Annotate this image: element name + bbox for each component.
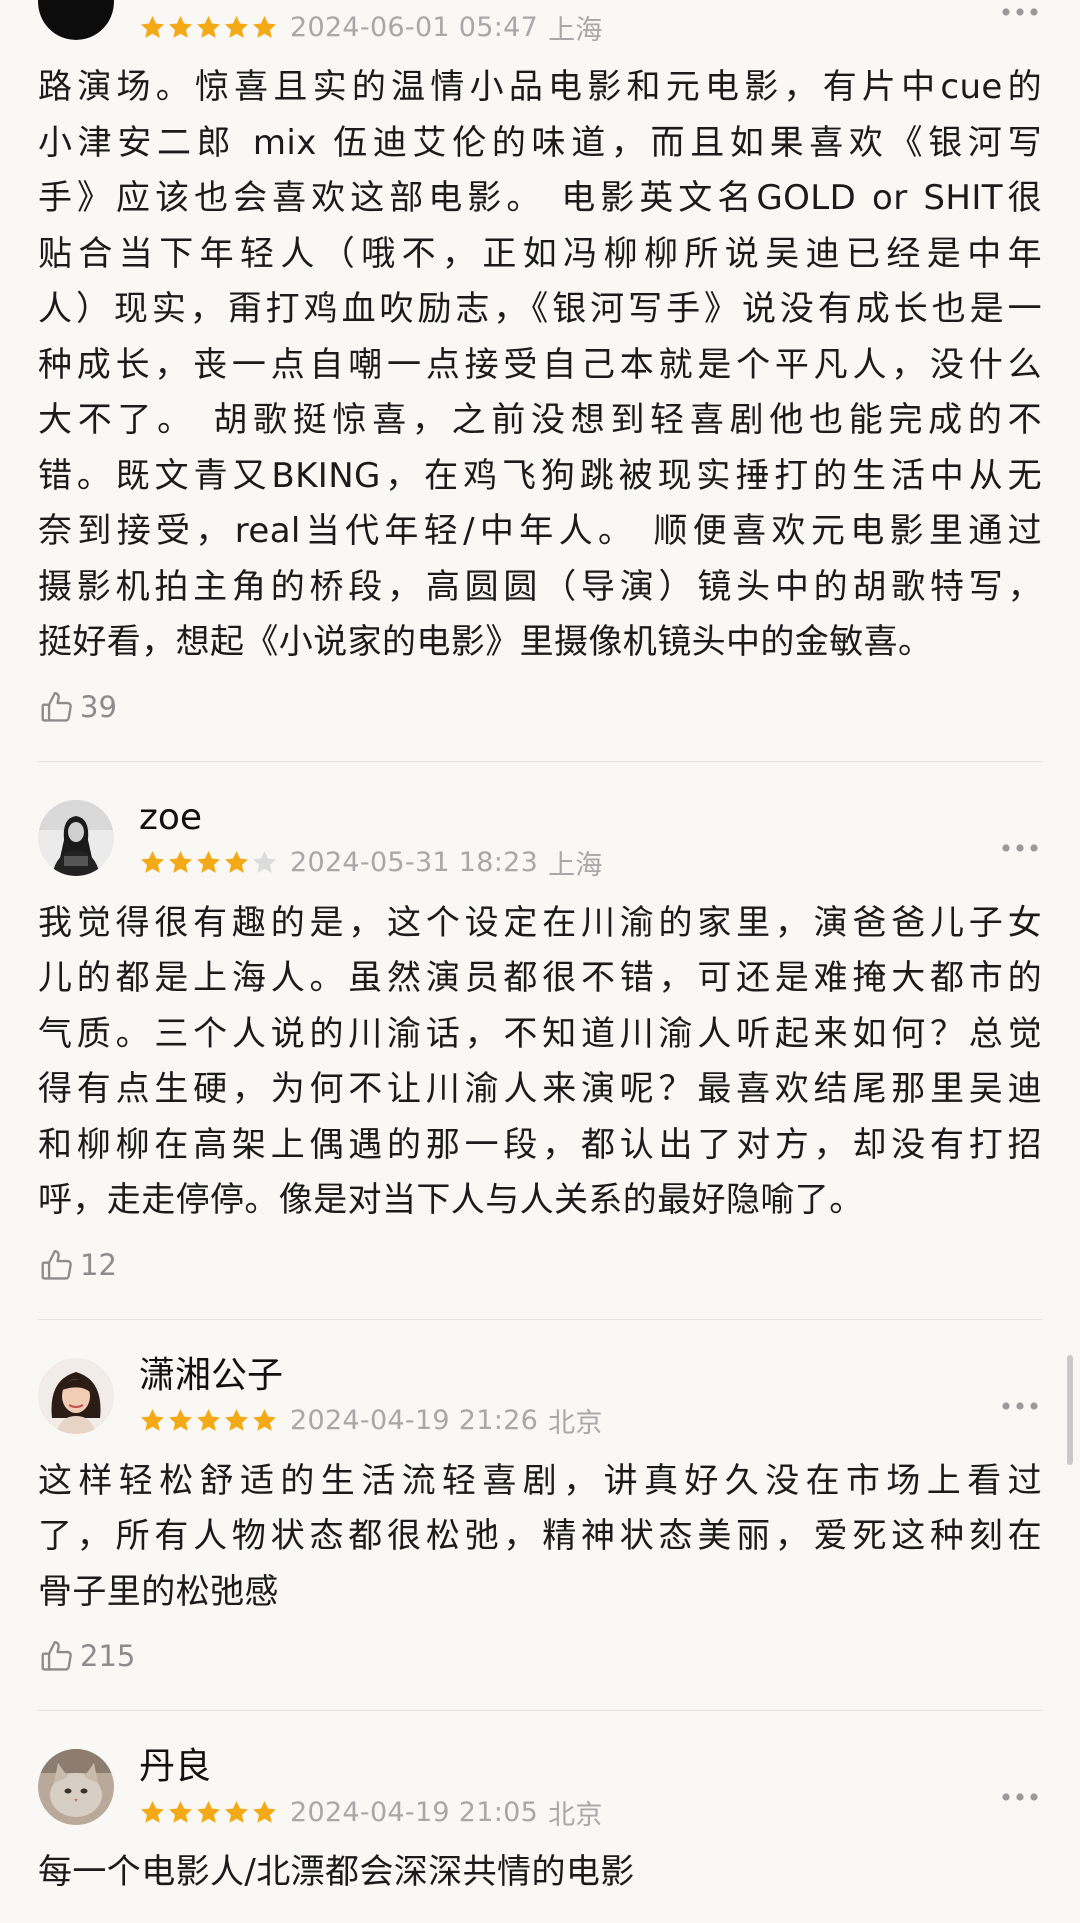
review-feed: 吕律2024-06-01 05:47上海路演场。惊喜且实的温情小品电影和元电影，… [0,0,1080,1901]
review-content: 这样轻松舒适的生活流轻喜剧，讲真好久没在市场上看过 了，所有人物状态都很松弛，精神… [38,1454,1042,1621]
review-text-line: 路演场。惊喜且实的温情小品电影和元电影，有片中cue的 [38,67,1042,107]
star-icon [195,849,222,876]
review-item: 吕律 2024-06-01 05:47 上海路演场。惊喜且实的温情小品电影和元电影，… [0,0,1080,731]
review-meta: 2024-04-19 21:05 北京 [139,1795,603,1831]
review-location: 上海 [548,850,603,881]
star-icon [223,1799,250,1826]
review-datetime: 2024-04-19 21:05 [290,1796,539,1828]
avatar[interactable] [38,0,114,40]
review-text-line: 呼，走走停停。像是对当下人与人关系的最好隐喻了。 [38,1180,864,1220]
divider [38,760,1042,762]
like-button[interactable]: 215 [38,1632,1042,1680]
thumbs-up-icon[interactable] [38,1637,76,1675]
review-datetime: 2024-05-31 18:23 [290,847,539,878]
review-text-line: 我觉得很有趣的是，这个设定在川渝的家里，演爸爸儿子女 [38,902,1042,943]
like-count: 215 [80,1639,136,1673]
divider [38,1318,1042,1320]
review-text-line: 摄影机拍主角的桥段，高圆圆（导演）镜头中的胡歌特写， [38,566,1042,607]
review-content: 每一个电影人/北漂都会深深共情的电影 [38,1845,1042,1901]
star-rating [139,1799,278,1826]
like-count: 39 [80,689,117,724]
review-item: zoe 2024-05-31 18:23 上海我觉得很有趣的是，这个设定在川渝的家里… [0,796,1080,1289]
star-icon [251,14,278,41]
star-icon [139,14,166,41]
scrollbar[interactable] [1067,1355,1073,1465]
star-icon [251,1407,278,1434]
star-icon [167,849,194,876]
review-header: 丹良 2024-04-19 21:05 北京 [38,1745,1042,1833]
star-icon [223,14,250,41]
avatar[interactable] [38,1749,114,1825]
star-icon [139,1799,166,1826]
like-button[interactable]: 39 [38,683,1042,731]
review-text-line: 贴合当下年轻人（哦不，正如冯柳柳所说吴迪已经是中年 [38,233,1042,274]
star-icon [251,849,278,876]
review-meta: 2024-06-01 05:47 上海 [139,10,603,46]
username[interactable]: 丹良 [139,1745,211,1789]
review-datetime: 2024-04-19 21:26 [290,1405,539,1436]
star-icon [167,14,194,41]
username[interactable]: 潇湘公子 [139,1354,283,1398]
star-icon [139,849,166,876]
star-icon [195,14,222,41]
review-header: zoe 2024-05-31 18:23 上海 [38,796,1042,884]
review-item: 丹良 2024-04-19 21:05 北京每一个电影人/北漂都会深深共情的电影 [0,1745,1080,1901]
review-datetime: 2024-06-01 05:47 [290,11,539,43]
review-content: 我觉得很有趣的是，这个设定在川渝的家里，演爸爸儿子女 儿的都是上海人。虽然演员都很… [38,896,1042,1229]
review-location: 上海 [548,14,603,46]
star-icon [195,1407,222,1434]
review-text-line: 错。既文青又BKING，在鸡飞狗跳被现实捶打的生活中从无 [38,455,1042,496]
username[interactable]: zoe [139,796,202,840]
review-content: 路演场。惊喜且实的温情小品电影和元电影，有片中cue的 小津安二郎 mix 伍迪艾… [38,60,1042,671]
review-text-line: 挺好看，想起《小说家的电影》里摄像机镜头中的金敏喜。 [38,622,933,662]
star-rating [139,14,278,41]
star-icon [195,1799,222,1826]
review-text-line: 这样轻松舒适的生活流轻喜剧，讲真好久没在市场上看过 [38,1460,1042,1501]
like-button[interactable]: 12 [38,1241,1042,1289]
star-icon [251,1799,278,1826]
star-icon [167,1799,194,1826]
like-count: 12 [80,1247,117,1282]
divider [38,1710,1042,1711]
review-text-line: 小津安二郎 mix 伍迪艾伦的味道，而且如果喜欢《银河写 [38,122,1042,163]
star-icon [223,1407,250,1434]
review-item: 潇湘公子 2024-04-19 21:26 北京 这样轻松舒适的生活流轻喜剧，讲真好久… [0,1354,1080,1681]
review-meta: 2024-05-31 18:23 上海 [139,846,603,881]
thumbs-up-icon[interactable] [38,688,76,726]
review-text-line: 手》应该也会喜欢这部电影。 电影英文名GOLD or SHIT很 [38,178,1042,218]
review-text-line: 奈到接受，real当代年轻/中年人。 顺便喜欢元电影里通过 [38,511,1042,551]
star-icon [223,849,250,876]
review-text-line: 大不了。 胡歌挺惊喜，之前没想到轻喜剧他也能完成的不 [38,400,1042,440]
avatar[interactable] [38,799,114,876]
username[interactable]: 吕律 [139,0,211,4]
star-rating [139,1407,278,1434]
star-rating [139,849,278,876]
star-icon [139,1407,166,1434]
review-text-line: 气质。三个人说的川渝话，不知道川渝人听起来如何？总觉 [38,1013,1042,1054]
review-text-line: 了，所有人物状态都很松弛，精神状态美丽，爱死这种刻在 [38,1516,1042,1556]
review-text-line: 种成长，丧一点自嘲一点接受自己本就是个平凡人，没什么 [38,344,1042,385]
review-location: 北京 [548,1408,603,1439]
review-location: 北京 [548,1799,603,1831]
review-text-line: 得有点生硬，为何不让川渝人来演呢？最喜欢结尾那里吴迪 [38,1069,1042,1109]
review-text-line: 和柳柳在高架上偶遇的那一段，都认出了对方，却没有打招 [38,1124,1042,1165]
review-text-line: 骨子里的松弛感 [38,1571,279,1612]
avatar[interactable] [38,1357,114,1434]
review-header: 潇湘公子 2024-04-19 21:26 北京 [38,1354,1042,1442]
review-text-line: 儿的都是上海人。虽然演员都很不错，可还是难掩大都市的 [38,958,1042,998]
star-icon [167,1407,194,1434]
review-text-line: 人）现实，甭打鸡血吹励志，《银河写手》说没有成长也是一 [38,289,1042,329]
thumbs-up-icon[interactable] [38,1246,76,1284]
review-header: 吕律 2024-06-01 05:47 上海 [38,0,1042,48]
review-text-line: 每一个电影人/北漂都会深深共情的电影 [38,1852,635,1892]
review-meta: 2024-04-19 21:26 北京 [139,1404,603,1439]
